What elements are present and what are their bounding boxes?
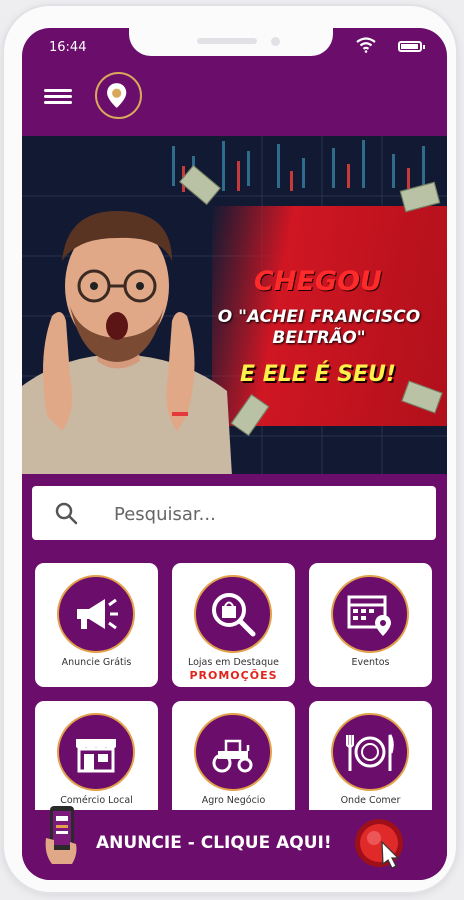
shopping-search-icon <box>212 593 256 637</box>
phone-notch <box>129 28 333 56</box>
tile-icon-circle <box>331 713 409 791</box>
wifi-icon <box>356 37 376 53</box>
location-pin-logo-icon <box>107 83 127 108</box>
front-camera <box>271 37 280 46</box>
banner-headline: CHEGOU <box>254 266 382 297</box>
tile-label: Onde Comer <box>340 795 401 806</box>
app-logo[interactable] <box>95 72 142 119</box>
cta-label: ANUNCIE - CLIQUE AQUI! <box>96 833 332 853</box>
tile-icon-circle <box>331 575 409 653</box>
tile-anuncie-gratis[interactable]: Anuncie Grátis <box>35 563 158 687</box>
promo-banner[interactable]: CHEGOU O "ACHEI FRANCISCO BELTRÃO" E ELE… <box>22 136 447 474</box>
megaphone-icon <box>77 598 118 630</box>
hamburger-menu-icon[interactable] <box>44 86 72 108</box>
tile-agro-negocio[interactable]: Agro Negócio <box>172 701 295 825</box>
phone-frame: 16:44 CHEGOU O "ACHEI FRANCISCO BELTRÃO"… <box>4 6 456 892</box>
banner-subheadline: O "ACHEI FRANCISCO BELTRÃO" <box>217 307 421 348</box>
app-screen: 16:44 CHEGOU O "ACHEI FRANCISCO BELTRÃO"… <box>22 28 447 880</box>
plate-cutlery-icon <box>346 734 394 771</box>
status-time: 16:44 <box>49 40 87 55</box>
advertise-cta-bar[interactable]: ANUNCIE - CLIQUE AQUI! <box>22 806 447 880</box>
storefront-icon <box>76 739 116 773</box>
search-icon[interactable] <box>54 501 78 525</box>
battery-icon <box>398 41 425 52</box>
tile-icon-circle <box>57 713 135 791</box>
tractor-icon <box>212 739 253 773</box>
banner-tagline: E ELE É SEU! <box>240 362 396 387</box>
tile-promo-label: PROMOÇÕES <box>189 669 278 682</box>
tile-label: Anuncie Grátis <box>61 657 132 668</box>
tile-lojas-em-destaque[interactable]: Lojas em Destaque PROMOÇÕES <box>172 563 295 687</box>
tile-onde-comer[interactable]: Onde Comer <box>309 701 432 825</box>
tile-icon-circle <box>57 575 135 653</box>
speaker-grille <box>197 38 257 44</box>
tile-label: Eventos <box>351 657 390 668</box>
tile-icon-circle <box>194 575 272 653</box>
search-bar[interactable] <box>32 486 436 540</box>
tile-eventos[interactable]: Eventos <box>309 563 432 687</box>
tile-label: Agro Negócio <box>201 795 266 806</box>
tile-label: Lojas em Destaque <box>187 657 280 668</box>
calendar-location-icon <box>347 595 391 636</box>
smartphone-hand-icon <box>45 806 77 864</box>
tile-icon-circle <box>194 713 272 791</box>
search-input[interactable] <box>112 499 416 529</box>
click-hand-icon <box>355 819 403 869</box>
